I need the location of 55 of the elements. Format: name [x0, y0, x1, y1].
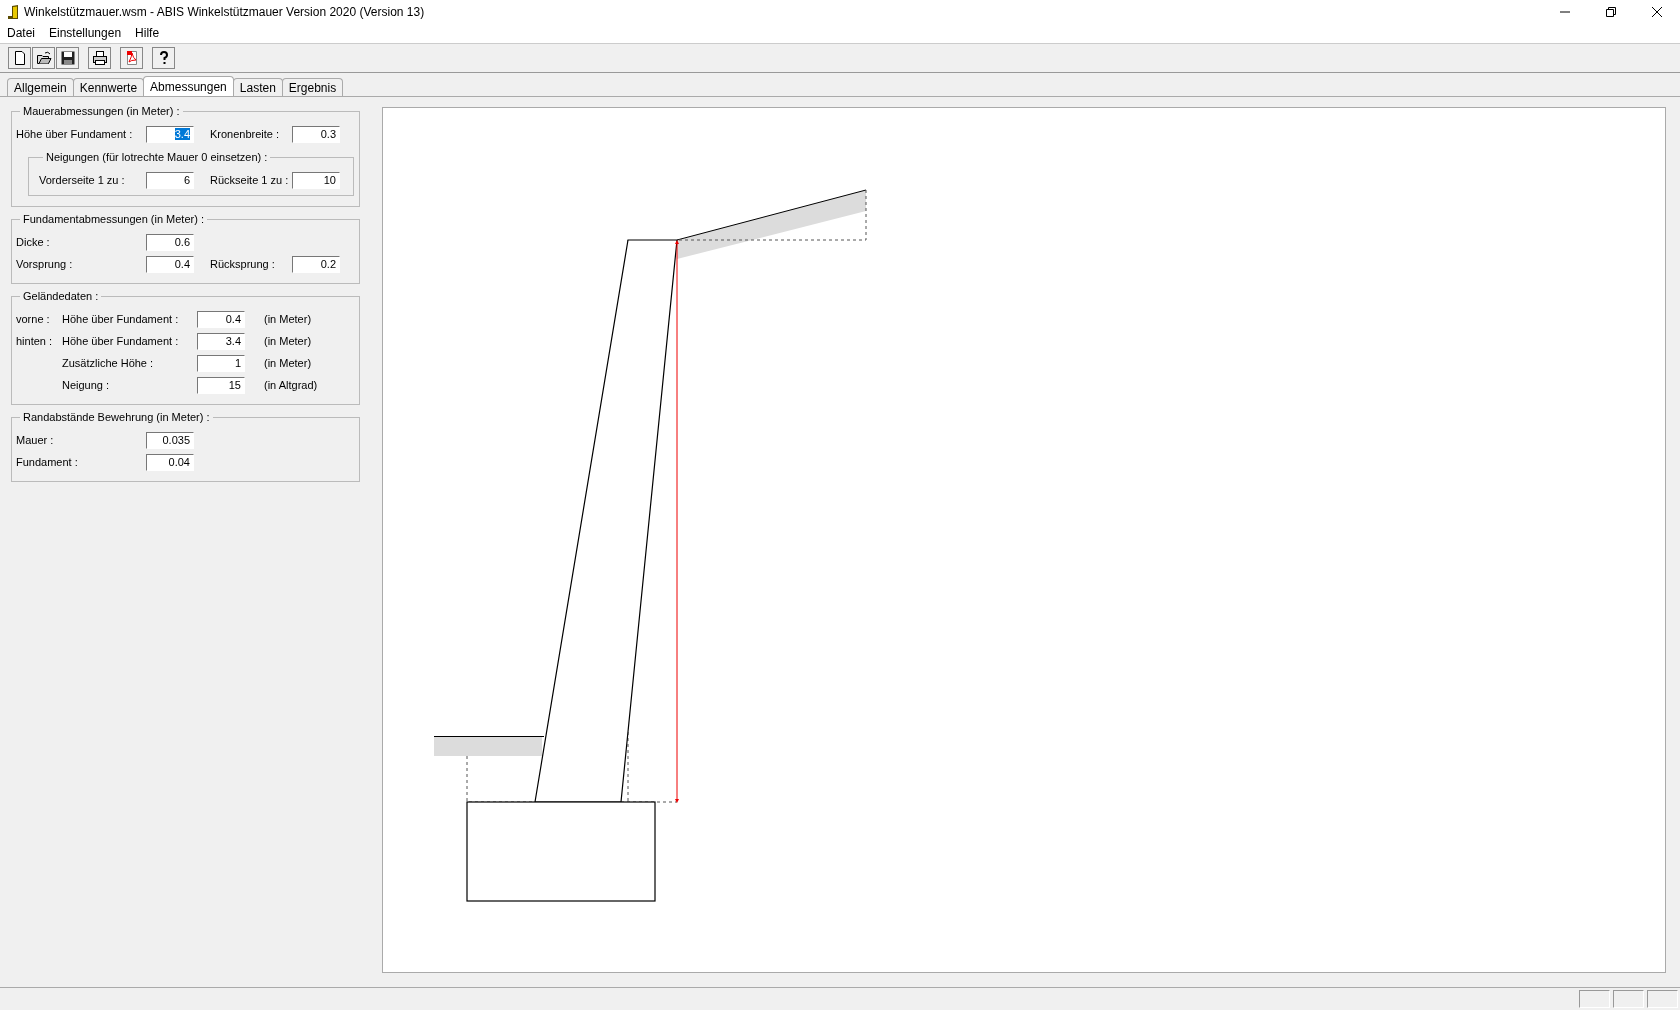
close-icon[interactable] [1652, 6, 1662, 17]
unit-label: (in Meter) [264, 335, 313, 347]
tab[interactable]: Abmessungen [143, 76, 234, 96]
field-label: Mauer : [16, 434, 55, 446]
pdf-icon[interactable] [120, 47, 143, 69]
menu-item[interactable]: Einstellungen [49, 26, 122, 40]
unit-label: (in Meter) [264, 313, 313, 325]
print-icon[interactable] [88, 47, 111, 69]
input-field[interactable]: 0.4 [146, 255, 194, 273]
new-file-icon[interactable] [8, 47, 31, 69]
field-label: Kronenbreite : [210, 128, 281, 140]
field-label: Höhe über Fundament : [62, 335, 180, 347]
field-label: Rücksprung : [210, 258, 276, 270]
field-label: Vorderseite 1 zu : [39, 174, 126, 186]
status-pane [1647, 990, 1678, 1008]
open-folder-icon[interactable] [32, 47, 55, 69]
input-field[interactable]: 0.6 [146, 233, 194, 251]
window-title: Winkelstützmauer.wsm - ABIS Winkelstützmauer Version 2020 (Version 13) [24, 4, 425, 19]
unit-label: (in Meter) [264, 357, 313, 369]
unit-label: (in Altgrad) [264, 379, 319, 391]
input-field[interactable]: 15 [197, 376, 245, 394]
input-field[interactable]: 3.4 [146, 125, 194, 143]
row-label: vorne : [16, 313, 51, 325]
field-label: Höhe über Fundament : [62, 313, 180, 325]
field-label: Rückseite 1 zu : [210, 174, 290, 186]
group-title: Geländedaten : [22, 290, 100, 302]
field-label: Fundament : [16, 456, 79, 468]
input-field[interactable]: 0.3 [292, 125, 340, 143]
field-label: Dicke : [16, 236, 51, 248]
input-field[interactable]: 1 [197, 354, 245, 372]
menu-item[interactable]: Hilfe [135, 26, 160, 40]
help-icon[interactable] [152, 47, 175, 69]
status-pane [1613, 990, 1644, 1008]
input-field[interactable]: 6 [146, 171, 194, 189]
field-label: Vorsprung : [16, 258, 74, 270]
group-title: Randabstände Bewehrung (in Meter) : [22, 411, 211, 423]
field-label: Zusätzliche Höhe : [62, 357, 155, 369]
input-field[interactable]: 0.04 [146, 453, 194, 471]
group-title: Neigungen (für lotrechte Mauer 0 einsetzen) : [45, 151, 269, 163]
group-title: Fundamentabmessungen (in Meter) : [22, 213, 205, 225]
row-label: hinten : [16, 335, 54, 347]
input-field[interactable]: 0.035 [146, 431, 194, 449]
input-field[interactable]: 10 [292, 171, 340, 189]
field-label: Neigung : [62, 379, 111, 391]
tab[interactable]: Ergebnis [281, 78, 344, 96]
menu-item[interactable]: Datei [7, 26, 35, 40]
status-pane [1579, 990, 1610, 1008]
group-title: Mauerabmessungen (in Meter) : [22, 105, 181, 117]
restore-icon[interactable] [1606, 6, 1616, 17]
input-field[interactable]: 3.4 [197, 332, 245, 350]
field-label: Höhe über Fundament : [16, 128, 134, 140]
tab[interactable]: Allgemein [7, 78, 74, 96]
input-field[interactable]: 0.4 [197, 310, 245, 328]
save-icon[interactable] [56, 47, 79, 69]
input-field[interactable]: 0.2 [292, 255, 340, 273]
